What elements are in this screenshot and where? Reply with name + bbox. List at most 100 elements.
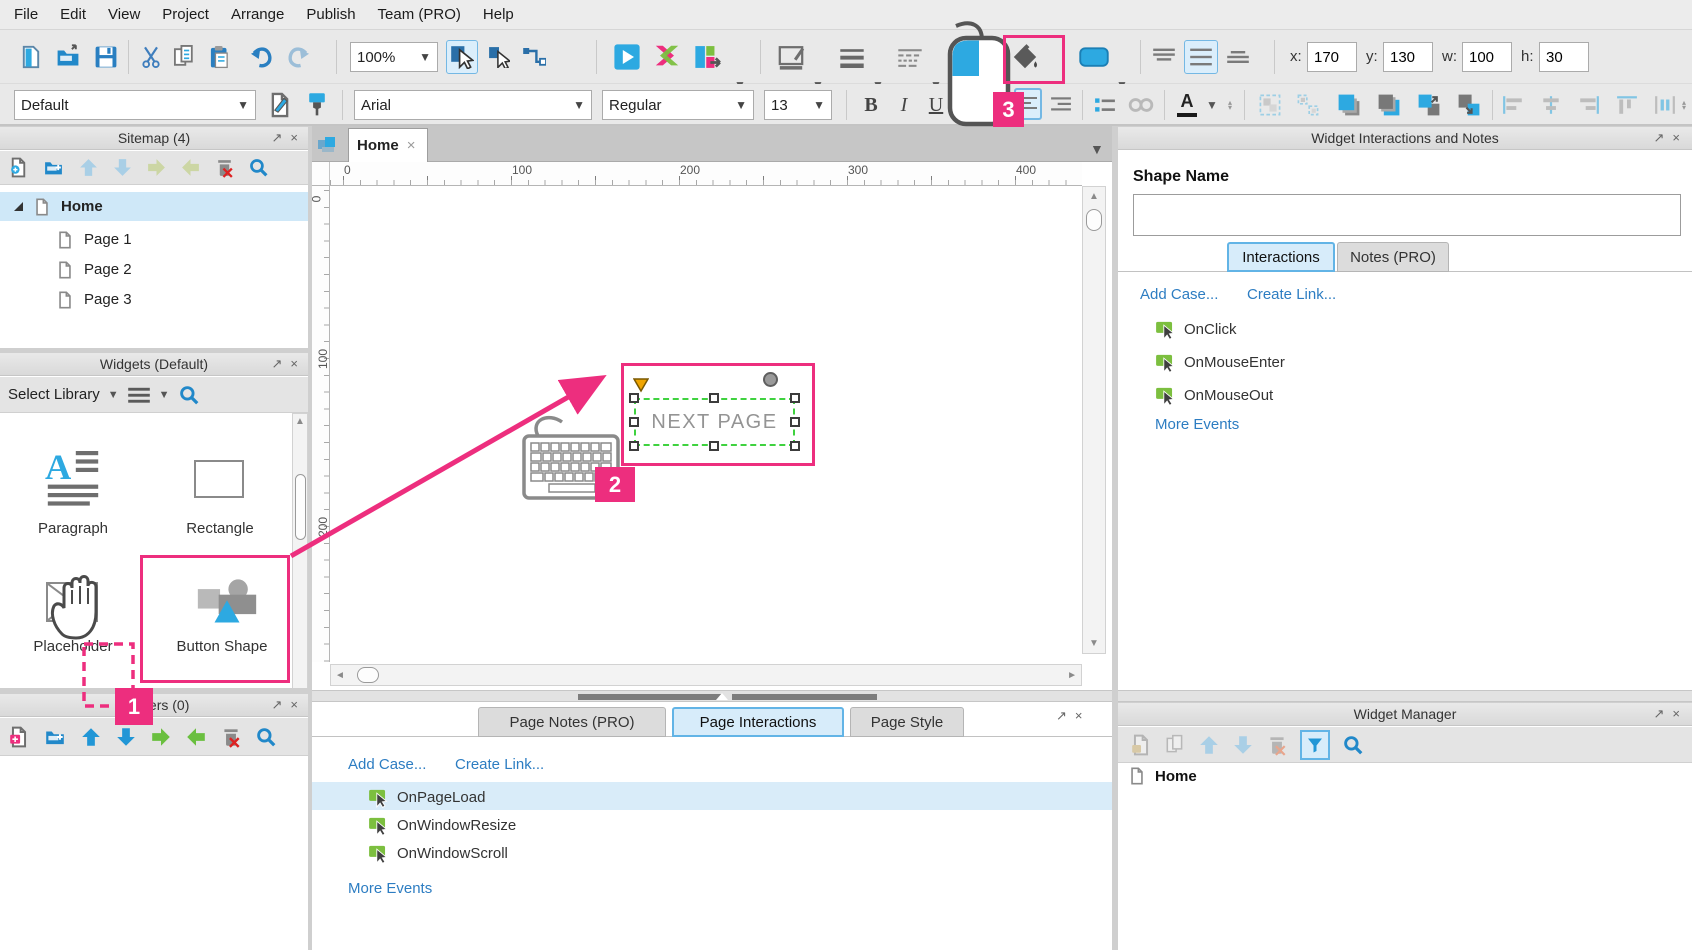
sitemap-item-page3[interactable]: Page 3	[0, 285, 308, 314]
float-panel-icon[interactable]: ↗	[272, 130, 283, 146]
chevron-down-icon[interactable]: ▼	[108, 389, 119, 401]
widget-manager-item-home[interactable]: Home	[1128, 766, 1197, 786]
widget-rectangle[interactable]	[194, 460, 244, 498]
search-icon[interactable]	[248, 157, 269, 178]
border-color-button[interactable]	[1076, 42, 1112, 72]
line-width-button[interactable]	[836, 40, 868, 74]
font-color-dropdown-icon[interactable]: ▼	[1206, 98, 1218, 112]
hyperlink-button[interactable]	[1124, 90, 1158, 120]
paste-button[interactable]	[204, 40, 236, 74]
indent-icon[interactable]	[146, 157, 167, 178]
tab-interactions[interactable]: Interactions	[1227, 242, 1335, 272]
line-style-button[interactable]	[894, 40, 926, 74]
horizontal-splitter[interactable]	[312, 690, 1692, 702]
float-panel-icon[interactable]: ↗	[1654, 130, 1665, 146]
align-text-bottom-button[interactable]	[1222, 42, 1254, 72]
search-widgets-icon[interactable]	[178, 384, 200, 406]
font-family-select[interactable]: Arial▼	[354, 90, 592, 120]
open-file-button[interactable]	[52, 40, 84, 74]
bold-button[interactable]: B	[856, 90, 886, 120]
widget-add-case-link[interactable]: Add Case...	[1140, 286, 1218, 303]
add-master-icon[interactable]	[8, 726, 30, 748]
menu-publish[interactable]: Publish	[306, 6, 355, 23]
align-text-middle-button[interactable]	[1184, 40, 1218, 74]
event-onclick[interactable]: OnClick	[1155, 318, 1237, 340]
event-onpageload[interactable]: OnPageLoad	[368, 786, 485, 808]
h-field[interactable]	[1539, 42, 1589, 72]
widgets-scrollbar[interactable]: ▲	[292, 413, 308, 690]
sitemap-item-home[interactable]: Home	[0, 192, 308, 221]
send-to-back-button[interactable]	[1372, 90, 1406, 120]
select-library-dropdown[interactable]: Select Library	[8, 386, 100, 403]
page-add-case-link[interactable]: Add Case...	[348, 756, 426, 773]
float-panel-icon[interactable]: ↗	[272, 697, 283, 713]
tab-list-dropdown-icon[interactable]: ▼	[1090, 141, 1104, 157]
font-size-select[interactable]: 13▼	[764, 90, 832, 120]
search-widget-manager-icon[interactable]	[1342, 734, 1364, 756]
toolbar-overflow-icon[interactable]: ▴▾	[1228, 100, 1232, 110]
delete-master-icon[interactable]	[220, 726, 242, 748]
save-button[interactable]	[90, 40, 122, 74]
chevron-down-icon[interactable]: ▼	[159, 389, 170, 401]
group-button[interactable]	[1254, 90, 1286, 120]
scroll-up-icon[interactable]: ▲	[295, 416, 305, 427]
new-file-button[interactable]	[16, 40, 46, 74]
widget-placeholder[interactable]	[46, 582, 98, 622]
add-master-folder-icon[interactable]	[43, 726, 67, 748]
float-panel-icon[interactable]: ↗	[1056, 708, 1067, 724]
delete-icon[interactable]	[1266, 734, 1288, 756]
zoom-select[interactable]: 100%▼	[350, 42, 438, 72]
shape-name-input[interactable]	[1133, 194, 1681, 236]
tab-notes[interactable]: Notes (PRO)	[1337, 242, 1449, 272]
redo-button[interactable]	[282, 40, 314, 74]
sitemap-item-page1[interactable]: Page 1	[0, 225, 308, 254]
y-field[interactable]	[1383, 42, 1433, 72]
menu-file[interactable]: File	[14, 6, 38, 23]
bring-to-front-button[interactable]	[1332, 90, 1366, 120]
close-panel-icon[interactable]: ×	[290, 356, 298, 372]
event-onmouseenter[interactable]: OnMouseEnter	[1155, 351, 1285, 373]
move-down-icon[interactable]	[115, 726, 137, 748]
connector-mode-button[interactable]	[518, 40, 550, 74]
move-up-icon[interactable]	[80, 726, 102, 748]
event-onwindowscroll[interactable]: OnWindowScroll	[368, 842, 508, 864]
add-annotation-icon[interactable]	[1130, 734, 1152, 756]
publish-button[interactable]	[690, 40, 728, 74]
font-color-button[interactable]: A	[1172, 90, 1202, 120]
scroll-left-icon[interactable]: ◄	[335, 670, 345, 681]
tab-page-notes[interactable]: Page Notes (PRO)	[478, 707, 666, 737]
align-objects-top-button[interactable]	[1612, 90, 1642, 120]
bullet-list-button[interactable]	[1090, 90, 1120, 120]
italic-button[interactable]: I	[890, 90, 918, 120]
menu-view[interactable]: View	[108, 6, 140, 23]
tab-page-style[interactable]: Page Style	[850, 707, 964, 737]
close-panel-icon[interactable]: ×	[1075, 708, 1083, 724]
event-onmouseout[interactable]: OnMouseOut	[1155, 384, 1273, 406]
menu-help[interactable]: Help	[483, 6, 514, 23]
copy-annotation-icon[interactable]	[1164, 734, 1186, 756]
copy-button[interactable]	[168, 40, 200, 74]
style-preset-select[interactable]: Default▼	[14, 90, 256, 120]
align-objects-center-button[interactable]	[1536, 90, 1566, 120]
add-folder-icon[interactable]	[42, 157, 65, 178]
select-contained-button[interactable]	[484, 40, 514, 74]
float-panel-icon[interactable]: ↗	[1654, 706, 1665, 722]
align-objects-left-button[interactable]	[1498, 90, 1528, 120]
move-down-icon[interactable]	[112, 157, 133, 178]
tab-close-icon[interactable]: ×	[407, 137, 416, 154]
page-create-link-link[interactable]: Create Link...	[455, 756, 544, 773]
widget-view-menu-icon[interactable]	[127, 386, 151, 404]
distribute-horizontal-button[interactable]	[1650, 90, 1680, 120]
close-panel-icon[interactable]: ×	[1672, 130, 1680, 146]
canvas-vscrollbar[interactable]: ▲ ▼	[1082, 186, 1106, 654]
scroll-right-icon[interactable]: ►	[1067, 670, 1077, 681]
close-panel-icon[interactable]: ×	[1672, 706, 1680, 722]
align-right-button[interactable]	[1046, 90, 1076, 120]
float-panel-icon[interactable]: ↗	[272, 356, 283, 372]
menu-arrange[interactable]: Arrange	[231, 6, 284, 23]
bring-forward-button[interactable]	[1412, 90, 1446, 120]
close-panel-icon[interactable]: ×	[290, 697, 298, 713]
add-page-icon[interactable]	[8, 157, 29, 178]
move-down-icon[interactable]	[1232, 734, 1254, 756]
move-up-icon[interactable]	[1198, 734, 1220, 756]
